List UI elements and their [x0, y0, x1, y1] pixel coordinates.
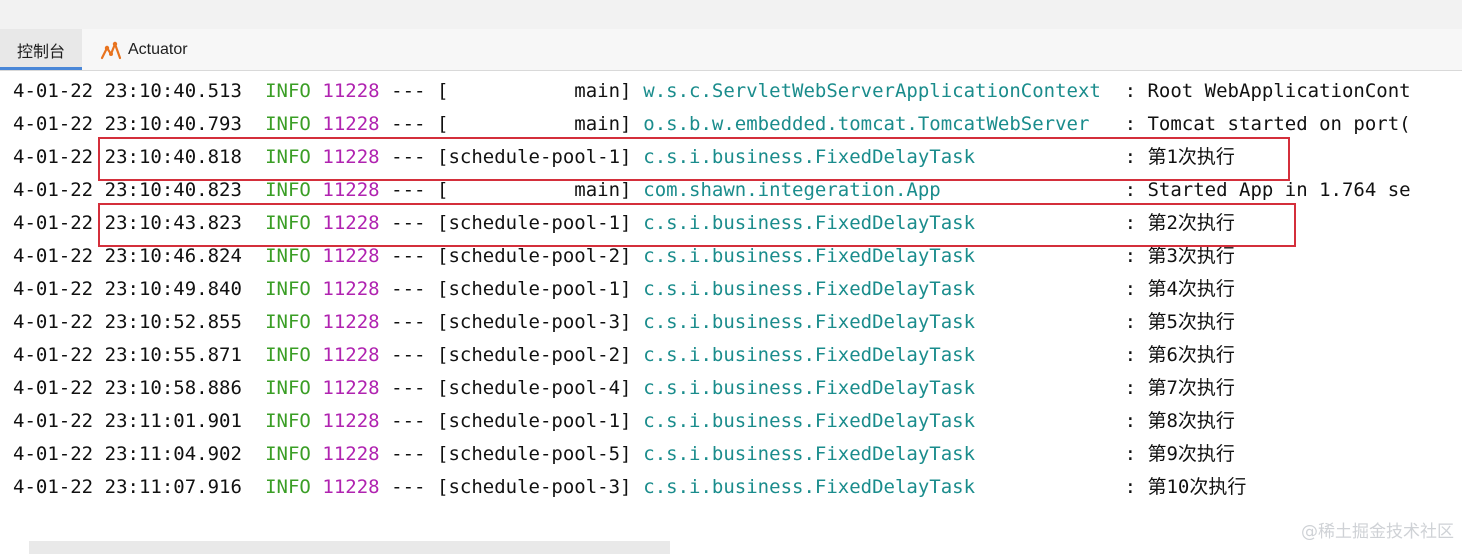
log-date: 4-01-22 [13, 245, 94, 267]
log-logger: c.s.i.business.FixedDelayTask [643, 311, 976, 333]
log-thread: [schedule-pool-1] [437, 278, 632, 300]
log-date: 4-01-22 [13, 179, 94, 201]
log-sep: --- [391, 80, 426, 102]
log-message: : 第7次执行 [1124, 377, 1235, 399]
log-thread: [schedule-pool-3] [437, 311, 632, 333]
log-time: 23:11:07.916 [104, 476, 242, 498]
log-time: 23:11:04.902 [104, 443, 242, 465]
log-date: 4-01-22 [13, 344, 94, 366]
log-time: 23:10:49.840 [104, 278, 242, 300]
log-pid: 11228 [322, 410, 380, 432]
log-time: 23:10:52.855 [104, 311, 242, 333]
log-level: INFO [265, 443, 311, 465]
log-pid: 11228 [322, 476, 380, 498]
log-date: 4-01-22 [13, 212, 94, 234]
log-message: : 第4次执行 [1124, 278, 1235, 300]
log-time: 23:10:58.886 [104, 377, 242, 399]
highlight-box-line-3 [98, 137, 1290, 181]
log-date: 4-01-22 [13, 80, 94, 102]
log-sep: --- [391, 377, 426, 399]
horizontal-scrollbar[interactable] [29, 541, 670, 554]
actuator-icon [100, 39, 122, 61]
log-message: : 第10次执行 [1124, 476, 1247, 498]
log-logger: c.s.i.business.FixedDelayTask [643, 476, 976, 498]
log-logger: c.s.i.business.FixedDelayTask [643, 278, 976, 300]
log-pid: 11228 [322, 278, 380, 300]
log-message: : 第5次执行 [1124, 311, 1235, 333]
tab-actuator[interactable]: Actuator [98, 29, 190, 70]
log-sep: --- [391, 476, 426, 498]
log-level: INFO [265, 410, 311, 432]
log-logger: c.s.i.business.FixedDelayTask [643, 377, 976, 399]
log-thread: [schedule-pool-4] [437, 377, 632, 399]
log-date: 4-01-22 [13, 410, 94, 432]
log-logger: c.s.i.business.FixedDelayTask [643, 344, 976, 366]
log-message: : 第8次执行 [1124, 410, 1235, 432]
log-date: 4-01-22 [13, 146, 94, 168]
log-sep: --- [391, 344, 426, 366]
window-top-strip [0, 0, 1462, 30]
log-pid: 11228 [322, 311, 380, 333]
watermark: @稀土掘金技术社区 [1301, 522, 1454, 542]
tab-console[interactable]: 控制台 [0, 29, 82, 70]
log-date: 4-01-22 [13, 476, 94, 498]
log-pid: 11228 [322, 344, 380, 366]
log-level: INFO [265, 80, 311, 102]
log-pid: 11228 [322, 80, 380, 102]
log-level: INFO [265, 311, 311, 333]
log-level: INFO [265, 278, 311, 300]
log-thread: [schedule-pool-3] [437, 476, 632, 498]
log-date: 4-01-22 [13, 377, 94, 399]
log-date: 4-01-22 [13, 311, 94, 333]
log-level: INFO [265, 344, 311, 366]
tool-window-tabbar: 控制台 Actuator [0, 29, 1462, 71]
log-pid: 11228 [322, 443, 380, 465]
log-pid: 11228 [322, 377, 380, 399]
log-logger: c.s.i.business.FixedDelayTask [643, 410, 976, 432]
log-level: INFO [265, 377, 311, 399]
log-sep: --- [391, 443, 426, 465]
log-thread: [schedule-pool-2] [437, 344, 632, 366]
log-message: : 第9次执行 [1124, 443, 1235, 465]
log-sep: --- [391, 278, 426, 300]
log-thread: [ main] [437, 80, 632, 102]
log-logger: w.s.c.ServletWebServerApplicationContext [643, 80, 1101, 102]
log-date: 4-01-22 [13, 113, 94, 135]
log-time: 23:10:55.871 [104, 344, 242, 366]
highlight-box-line-5 [98, 203, 1296, 247]
log-date: 4-01-22 [13, 278, 94, 300]
log-sep: --- [391, 311, 426, 333]
tab-actuator-label: Actuator [128, 40, 188, 58]
log-level: INFO [265, 476, 311, 498]
log-time: 23:10:40.513 [104, 80, 242, 102]
log-thread: [schedule-pool-1] [437, 410, 632, 432]
log-thread: [schedule-pool-5] [437, 443, 632, 465]
log-logger: c.s.i.business.FixedDelayTask [643, 443, 976, 465]
log-time: 23:11:01.901 [104, 410, 242, 432]
log-date: 4-01-22 [13, 443, 94, 465]
tab-console-label: 控制台 [16, 43, 65, 61]
log-sep: --- [391, 410, 426, 432]
log-message: : 第6次执行 [1124, 344, 1235, 366]
log-message: : Root WebApplicationCont [1124, 80, 1411, 102]
